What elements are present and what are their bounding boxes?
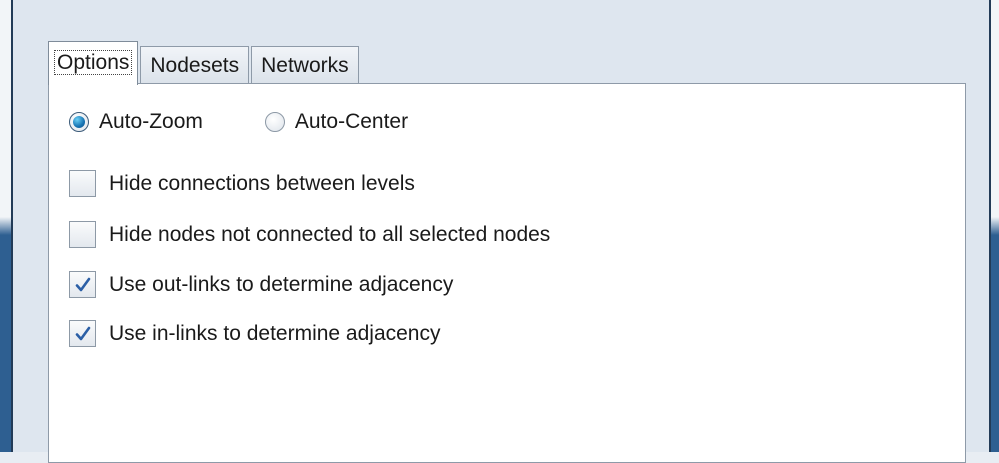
- options-panel: Auto-Zoom Auto-Center Hide connections b…: [48, 83, 966, 463]
- view-mode-radio-group: Auto-Zoom Auto-Center: [69, 110, 470, 134]
- auto-center-label: Auto-Center: [294, 110, 409, 133]
- use-in-links-checkbox[interactable]: Use in-links to determine adjacency: [69, 320, 441, 347]
- auto-zoom-label: Auto-Zoom: [99, 110, 203, 133]
- tab-nodesets-label: Nodesets: [150, 54, 240, 77]
- radio-unselected-icon[interactable]: [264, 112, 285, 132]
- tab-networks-label: Networks: [261, 54, 349, 77]
- tab-nodesets[interactable]: Nodesets: [140, 46, 250, 84]
- tab-bar: Options Nodesets Networks: [48, 40, 361, 85]
- tab-options[interactable]: Options: [48, 41, 139, 85]
- use-out-links-label: Use out-links to determine adjacency: [109, 272, 454, 296]
- checkmark-icon: [75, 326, 90, 340]
- auto-zoom-radio[interactable]: Auto-Zoom: [69, 110, 203, 134]
- tab-networks[interactable]: Networks: [251, 46, 359, 84]
- tab-options-label: Options: [53, 50, 133, 75]
- use-in-links-label: Use in-links to determine adjacency: [109, 321, 441, 345]
- radio-selected-icon[interactable]: [69, 112, 89, 132]
- hide-nodes-not-connected-label: Hide nodes not connected to all selected…: [109, 222, 551, 246]
- checkmark-icon: [75, 277, 90, 291]
- hide-connections-between-levels-label: Hide connections between levels: [109, 171, 415, 195]
- hide-nodes-not-connected-checkbox[interactable]: Hide nodes not connected to all selected…: [69, 221, 550, 248]
- use-out-links-checkbox[interactable]: Use out-links to determine adjacency: [69, 271, 453, 298]
- checkbox-checked-icon[interactable]: [69, 271, 96, 298]
- checkbox-unchecked-icon[interactable]: [69, 221, 96, 248]
- checkbox-unchecked-icon[interactable]: [69, 170, 96, 197]
- hide-connections-between-levels-checkbox[interactable]: Hide connections between levels: [69, 170, 415, 197]
- window-frame-right-edge: [989, 0, 991, 452]
- checkbox-checked-icon[interactable]: [69, 320, 96, 347]
- auto-center-radio[interactable]: Auto-Center: [264, 110, 409, 134]
